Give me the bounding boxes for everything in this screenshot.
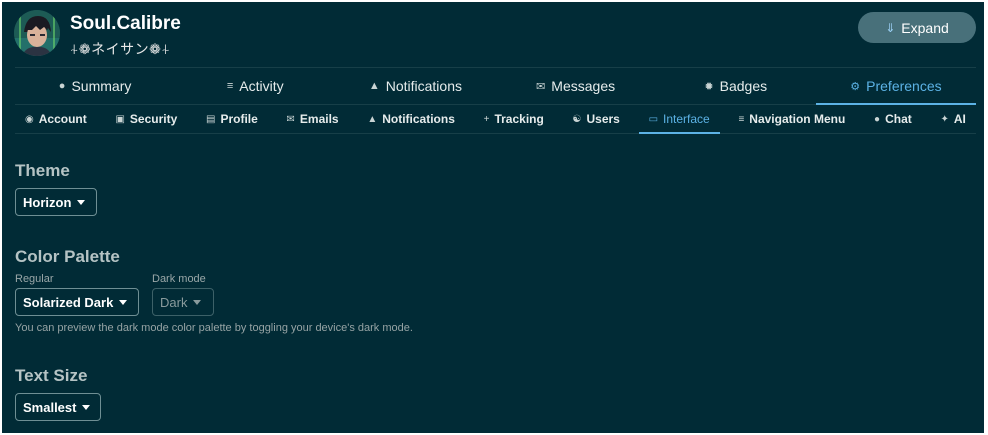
tab-label: Activity [239,78,284,94]
account-icon: ◉ [25,113,34,125]
theme-heading: Theme [15,161,70,180]
text-size-heading: Text Size [15,366,88,385]
subtab-label: Users [586,112,620,126]
dark-mode-palette-select[interactable]: Dark [152,288,214,316]
subtab-account[interactable]: ◉ Account [15,105,97,133]
tab-activity[interactable]: ≡ Activity [175,68,335,104]
tab-label: Badges [719,78,768,94]
subtab-label: Security [129,112,178,126]
text-size-select[interactable]: Smallest [15,393,101,421]
subtab-profile[interactable]: ▤ Profile [196,105,268,133]
regular-palette-select[interactable]: Solarized Dark [15,288,139,316]
regular-palette-label: Regular [15,273,54,285]
theme-select[interactable]: Horizon [15,188,97,216]
subtab-label: Tracking [494,112,544,126]
subtab-interface[interactable]: ▭ Interface [638,105,720,134]
list-icon: ≡ [226,80,234,92]
subtab-label: AI [953,112,966,126]
envelope-icon: ✉ [286,113,295,125]
caret-down-icon [77,199,86,205]
double-chevron-down-icon: ⇓ [885,20,896,35]
gear-icon: ⚙ [850,80,861,93]
tab-label: Messages [551,78,616,94]
tab-messages[interactable]: ✉ Messages [496,68,656,104]
dark-mode-palette-label: Dark mode [152,273,206,285]
menu-icon: ≡ [738,113,745,125]
lock-icon: ▣ [115,113,125,125]
envelope-icon: ✉ [536,80,546,93]
subtab-navigation-menu[interactable]: ≡ Navigation Menu [728,105,855,133]
subtab-label: Emails [299,112,339,126]
sparkle-icon: ✦ [940,113,949,125]
subtab-ai[interactable]: ✦ AI [930,105,975,133]
text-size-value: Smallest [23,399,77,415]
chat-icon: ● [874,113,881,125]
subtab-label: Notifications [382,112,455,126]
id-card-icon: ▤ [205,113,216,125]
tab-badges[interactable]: ✹ Badges [656,68,816,104]
user-nickname: ⍭❁ネイサン❁⍭ [70,42,171,58]
user-icon: ● [58,80,66,92]
subtab-security[interactable]: ▣ Security [105,105,187,133]
subtab-chat[interactable]: ● Chat [864,105,922,133]
subtab-notifications[interactable]: ▲ Notifications [357,105,465,133]
tab-label: Notifications [385,78,462,94]
tab-notifications[interactable]: ▲ Notifications [335,68,495,104]
monitor-icon: ▭ [648,113,659,125]
subtab-label: Interface [663,112,710,126]
bell-icon: ▲ [368,80,380,92]
subtab-label: Profile [220,112,258,126]
tab-preferences[interactable]: ⚙ Preferences [815,68,977,105]
tab-label: Summary [71,78,132,94]
subtab-users[interactable]: ☯ Users [563,105,630,133]
subtab-label: Chat [885,112,912,126]
badge-icon: ✹ [704,80,714,93]
theme-select-value: Horizon [23,194,72,210]
regular-palette-value: Solarized Dark [23,294,114,310]
caret-down-icon [119,299,128,305]
primary-nav: ● Summary ≡ Activity ▲ Notifications ✉ M… [15,67,977,105]
preferences-page: Soul.Calibre ⍭❁ネイサン❁⍭ ⇓ Expand ● Summary… [2,2,984,433]
caret-down-icon [193,299,202,305]
subtab-emails[interactable]: ✉ Emails [277,105,349,133]
users-icon: ☯ [572,113,582,125]
username: Soul.Calibre [70,13,181,34]
caret-down-icon [82,404,91,410]
dark-mode-hint: You can preview the dark mode color pale… [15,322,413,334]
bell-icon: ▲ [367,113,378,125]
avatar[interactable] [14,10,60,56]
expand-button[interactable]: ⇓ Expand [858,12,976,43]
tab-summary[interactable]: ● Summary [15,68,175,104]
color-palette-heading: Color Palette [15,247,120,266]
plus-icon: + [483,113,490,125]
dark-mode-palette-value: Dark [160,294,188,310]
subtab-tracking[interactable]: + Tracking [474,105,554,133]
expand-button-label: Expand [901,19,949,36]
tab-label: Preferences [866,78,942,94]
preferences-subnav: ◉ Account ▣ Security ▤ Profile ✉ Emails … [15,105,976,134]
subtab-label: Account [38,112,87,126]
subtab-label: Navigation Menu [749,112,846,126]
